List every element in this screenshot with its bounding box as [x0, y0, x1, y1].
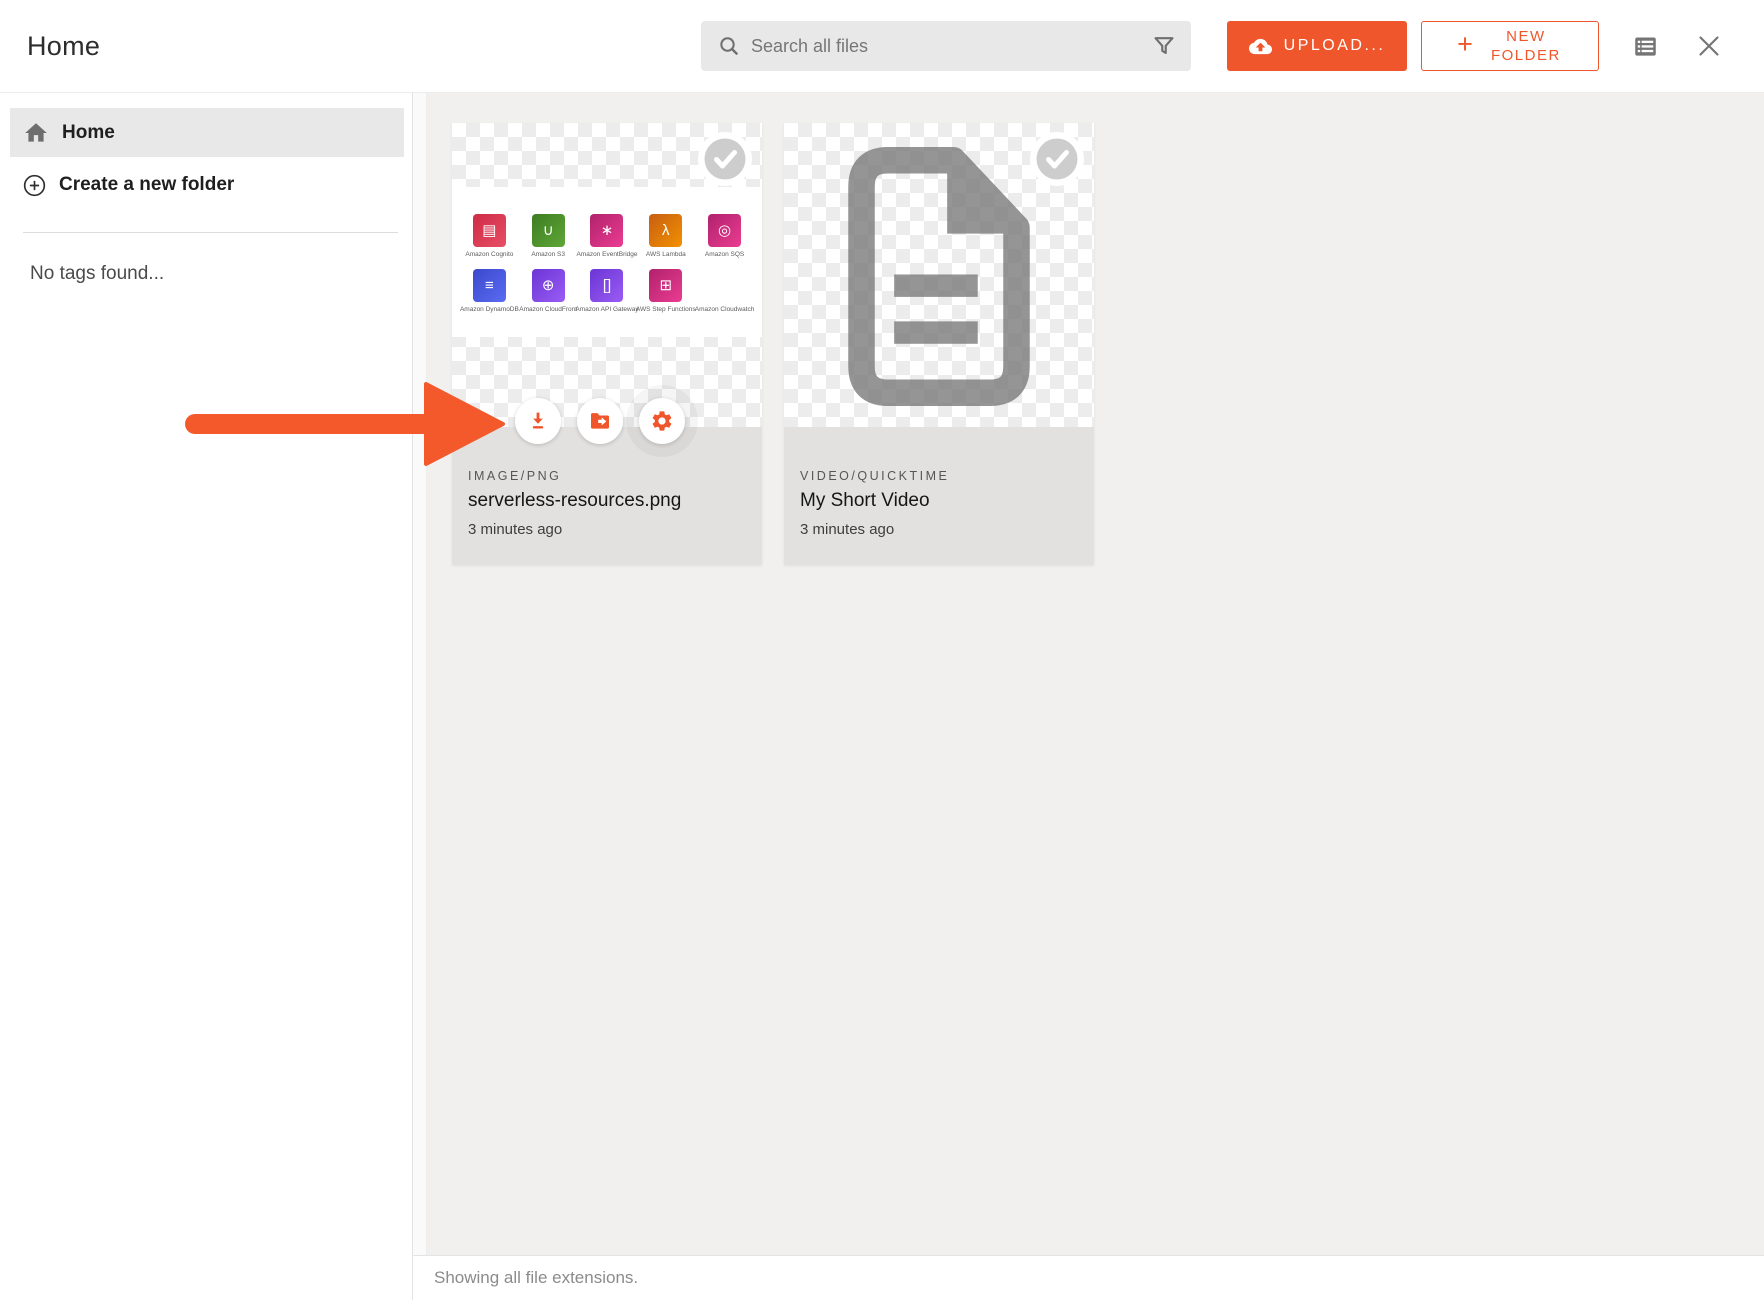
aws-icon-grid: ▤Amazon Cognito∪Amazon S3∗Amazon EventBr…: [452, 187, 762, 337]
search-icon: [717, 34, 741, 58]
sidebar: Home Create a new folder No tags found..…: [0, 93, 413, 1300]
upload-label: UPLOAD...: [1284, 37, 1386, 55]
page-title: Home: [27, 31, 100, 62]
aws-service-icon: []Amazon API Gateway: [578, 269, 637, 313]
aws-service-icon: λAWS Lambda: [636, 214, 695, 258]
download-icon: [526, 409, 550, 433]
no-tags-text: No tags found...: [30, 263, 412, 285]
aws-service-icon: ◎Amazon SQS: [695, 214, 754, 258]
file-card-my-short-video[interactable]: VIDEO/QUICKTIME My Short Video 3 minutes…: [784, 123, 1094, 565]
filter-icon[interactable]: [1151, 33, 1177, 59]
aws-service-icon: ▤Amazon Cognito: [460, 214, 519, 258]
search-bar[interactable]: [701, 21, 1191, 71]
close-button[interactable]: [1694, 31, 1724, 61]
aws-service-icon: ⊕Amazon CloudFront: [519, 269, 578, 313]
file-card-serverless-resources[interactable]: ▤Amazon Cognito∪Amazon S3∗Amazon EventBr…: [452, 123, 762, 565]
new-folder-label: NEW FOLDER: [1489, 27, 1563, 66]
sidebar-item-home[interactable]: Home: [10, 108, 404, 157]
aws-service-icon: ⊞AWS Step Functions: [636, 269, 695, 313]
file-grid-area: ▤Amazon Cognito∪Amazon S3∗Amazon EventBr…: [413, 93, 1764, 1300]
sidebar-create-folder[interactable]: Create a new folder: [10, 162, 404, 208]
aws-service-icon: Amazon Cloudwatch: [695, 269, 754, 313]
sidebar-divider: [23, 232, 398, 233]
aws-service-icon: ∗Amazon EventBridge: [578, 214, 637, 258]
move-to-folder-button[interactable]: [577, 398, 623, 444]
status-bar: Showing all file extensions.: [413, 1255, 1764, 1300]
home-icon: [23, 120, 49, 146]
file-info: IMAGE/PNG serverless-resources.png 3 min…: [452, 427, 762, 565]
settings-button[interactable]: [639, 398, 685, 444]
close-icon: [1694, 31, 1724, 61]
circle-plus-icon: [23, 174, 46, 197]
select-checkmark[interactable]: [698, 132, 752, 186]
plus-icon: +: [1457, 27, 1473, 62]
file-thumbnail: [784, 123, 1094, 427]
download-button[interactable]: [515, 398, 561, 444]
status-text: Showing all file extensions.: [434, 1268, 638, 1288]
upload-button[interactable]: UPLOAD...: [1227, 21, 1407, 71]
file-name: serverless-resources.png: [468, 490, 746, 512]
list-view-button[interactable]: [1631, 32, 1660, 61]
sidebar-item-label: Home: [62, 122, 115, 144]
file-info: VIDEO/QUICKTIME My Short Video 3 minutes…: [784, 427, 1094, 565]
file-thumbnail: ▤Amazon Cognito∪Amazon S3∗Amazon EventBr…: [452, 123, 762, 427]
file-type-label: IMAGE/PNG: [468, 469, 746, 483]
file-type-label: VIDEO/QUICKTIME: [800, 469, 1078, 483]
sidebar-item-label: Create a new folder: [59, 174, 234, 196]
document-icon: [837, 146, 1041, 407]
list-view-icon: [1631, 32, 1660, 61]
search-input[interactable]: [751, 36, 1141, 57]
new-folder-button[interactable]: + NEW FOLDER: [1421, 21, 1599, 71]
file-name: My Short Video: [800, 490, 1078, 512]
file-timestamp: 3 minutes ago: [468, 521, 746, 538]
file-actions: [515, 398, 685, 444]
aws-service-icon: ∪Amazon S3: [519, 214, 578, 258]
aws-service-icon: ≡Amazon DynamoDB: [460, 269, 519, 313]
top-bar: Home UPLOAD... + NEW FOLDER: [0, 0, 1764, 93]
folder-move-icon: [588, 409, 612, 433]
cloud-upload-icon: [1249, 35, 1272, 58]
select-checkmark[interactable]: [1030, 132, 1084, 186]
gear-icon: [650, 409, 674, 433]
file-timestamp: 3 minutes ago: [800, 521, 1078, 538]
